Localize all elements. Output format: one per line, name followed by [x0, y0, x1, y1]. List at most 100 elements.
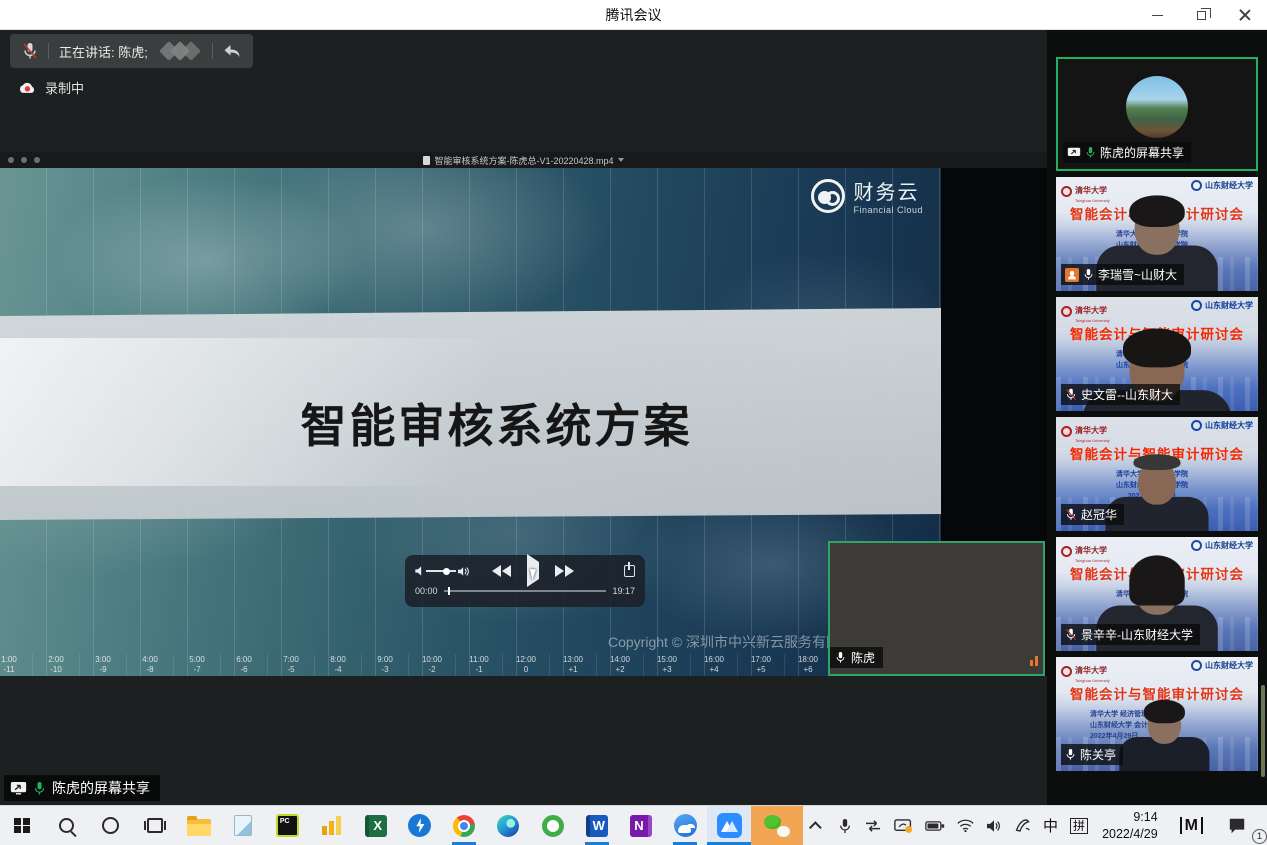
notepad-button[interactable]: [221, 806, 265, 845]
meeting-main: 正在讲话: 陈虎; 录制中 智能: [0, 30, 1267, 805]
participant-tile-screen-share[interactable]: 陈虎的屏幕共享: [1056, 57, 1258, 171]
onenote-icon: N: [630, 815, 652, 837]
start-button[interactable]: [0, 806, 44, 845]
cloud-app-button[interactable]: [663, 806, 707, 845]
wechat-button[interactable]: [751, 806, 802, 845]
show-hidden-icons-button[interactable]: [803, 806, 832, 845]
microphone-icon: [838, 817, 852, 835]
restore-button[interactable]: [1179, 0, 1223, 30]
chrome-button[interactable]: [442, 806, 486, 845]
lightning-app-button[interactable]: [398, 806, 442, 845]
rewind-button[interactable]: [492, 565, 511, 577]
tray-mic-button[interactable]: [832, 806, 858, 845]
audio-level-icon: [1030, 656, 1038, 666]
brand-subtitle: Financial Cloud: [853, 205, 923, 215]
search-button[interactable]: [44, 806, 88, 845]
pycharm-button[interactable]: PC: [265, 806, 309, 845]
timezone-cell: 1:00-11: [0, 654, 33, 676]
timezone-cell: 11:00-1: [456, 654, 503, 676]
meeting-watermark-icon: [158, 41, 202, 61]
tray-screenshare-button[interactable]: [888, 806, 919, 845]
toolbar-divider: [212, 43, 213, 59]
cortana-button[interactable]: [88, 806, 132, 845]
tray-pen-button[interactable]: [1008, 806, 1037, 845]
cloud-record-icon: [18, 81, 36, 94]
play-button[interactable]: [527, 562, 539, 580]
participant-tile[interactable]: 清华大学Tsinghua University 山东财经大学 智能会计与智能审计…: [1056, 297, 1258, 411]
timezone-cell: 5:00-7: [174, 654, 221, 676]
mic-on-green-icon: [1085, 146, 1096, 159]
financial-cloud-logo: 财务云 Financial Cloud: [811, 176, 923, 215]
tsinghua-seal-icon: [1061, 186, 1072, 197]
action-center-button[interactable]: 1: [1217, 806, 1263, 845]
participant-name: 陈虎的屏幕共享: [1100, 144, 1184, 161]
task-view-button[interactable]: [133, 806, 177, 845]
chrome-icon: [453, 815, 475, 837]
fast-forward-button[interactable]: [555, 565, 574, 577]
powerbi-button[interactable]: [309, 806, 353, 845]
document-icon: [423, 156, 430, 165]
cortana-icon: [102, 817, 119, 834]
wechat-icon: [764, 815, 790, 837]
mic-on-icon: [835, 651, 846, 664]
tray-battery-button[interactable]: [919, 806, 951, 845]
windows-taskbar: PC X W N: [0, 805, 1267, 845]
participants-sidebar: 陈虎的屏幕共享 清华大学Tsinghua University 山东财经大学 智…: [1047, 30, 1267, 805]
ring-app-button[interactable]: [530, 806, 574, 845]
screen-status-icon: [894, 818, 913, 834]
participant-name: 李瑞雪~山财大: [1098, 266, 1177, 283]
volume-low-icon[interactable]: [415, 566, 424, 576]
word-button[interactable]: W: [575, 806, 619, 845]
close-button[interactable]: [1223, 0, 1267, 30]
edge-icon: [497, 815, 519, 837]
minimize-button[interactable]: [1135, 0, 1179, 30]
volume-slider[interactable]: [426, 570, 456, 572]
sidebar-scrollbar[interactable]: [1261, 685, 1265, 777]
reply-arrow-icon[interactable]: [223, 43, 241, 59]
toolbar-divider: [48, 43, 49, 59]
chevron-up-icon: [809, 821, 822, 834]
ime-mode-button[interactable]: 拼: [1064, 806, 1094, 845]
tray-sync-button[interactable]: [858, 806, 888, 845]
pycharm-icon: PC: [276, 814, 299, 837]
windows-logo-icon: [14, 818, 30, 834]
ime-language-button[interactable]: 中: [1037, 806, 1064, 845]
taskbar-clock[interactable]: 9:142022/4/29: [1094, 806, 1166, 845]
presenter-name: 陈虎: [851, 649, 875, 666]
folder-icon: [187, 819, 211, 836]
participant-tile[interactable]: 清华大学Tsinghua University 山东财经大学 智能会计与智能审计…: [1056, 417, 1258, 531]
edge-button[interactable]: [486, 806, 530, 845]
excel-button[interactable]: X: [354, 806, 398, 845]
timezone-cell: 9:00-3: [362, 654, 409, 676]
timezone-cell: 16:00+4: [691, 654, 738, 676]
participant-tile[interactable]: 清华大学Tsinghua University 山东财经大学 智能会计与智能审计…: [1056, 537, 1258, 651]
traffic-light-dots-icon: [8, 157, 40, 163]
participant-name: 史文雷--山东财大: [1081, 386, 1173, 403]
sdufe-seal-icon: [1191, 420, 1202, 431]
tray-volume-button[interactable]: [980, 806, 1008, 845]
tencent-meeting-button[interactable]: [707, 806, 751, 845]
onenote-button[interactable]: N: [619, 806, 663, 845]
seek-bar[interactable]: [444, 590, 607, 592]
timezone-cell: 4:00-8: [127, 654, 174, 676]
recording-indicator[interactable]: 录制中: [18, 78, 84, 97]
participant-tile[interactable]: 清华大学Tsinghua University 山东财经大学 智能会计与智能审计…: [1056, 177, 1258, 291]
timezone-cell: 3:00-9: [80, 654, 127, 676]
tray-wifi-button[interactable]: [951, 806, 980, 845]
participant-tile[interactable]: 清华大学Tsinghua University 山东财经大学 智能会计与智能审计…: [1056, 657, 1258, 771]
volume-high-icon[interactable]: [458, 566, 470, 577]
speaking-toolbar: 正在讲话: 陈虎;: [10, 34, 253, 68]
timezone-cell: 7:00-5: [268, 654, 315, 676]
share-export-icon[interactable]: [624, 565, 635, 577]
mic-muted-icon[interactable]: [22, 42, 38, 60]
file-explorer-button[interactable]: [177, 806, 221, 845]
tsinghua-seal-icon: [1061, 666, 1072, 677]
timezone-row: 1:00-112:00-103:00-94:00-85:00-76:00-67:…: [0, 654, 941, 676]
close-icon: [1239, 9, 1251, 21]
m-app-button[interactable]: M: [1166, 806, 1217, 845]
minimize-icon: [1152, 15, 1163, 16]
chevron-down-icon: [618, 158, 624, 162]
presenter-camera-overlay[interactable]: 陈虎: [828, 541, 1045, 676]
clock-date: 2022/4/29: [1102, 827, 1158, 841]
search-icon: [59, 818, 74, 833]
